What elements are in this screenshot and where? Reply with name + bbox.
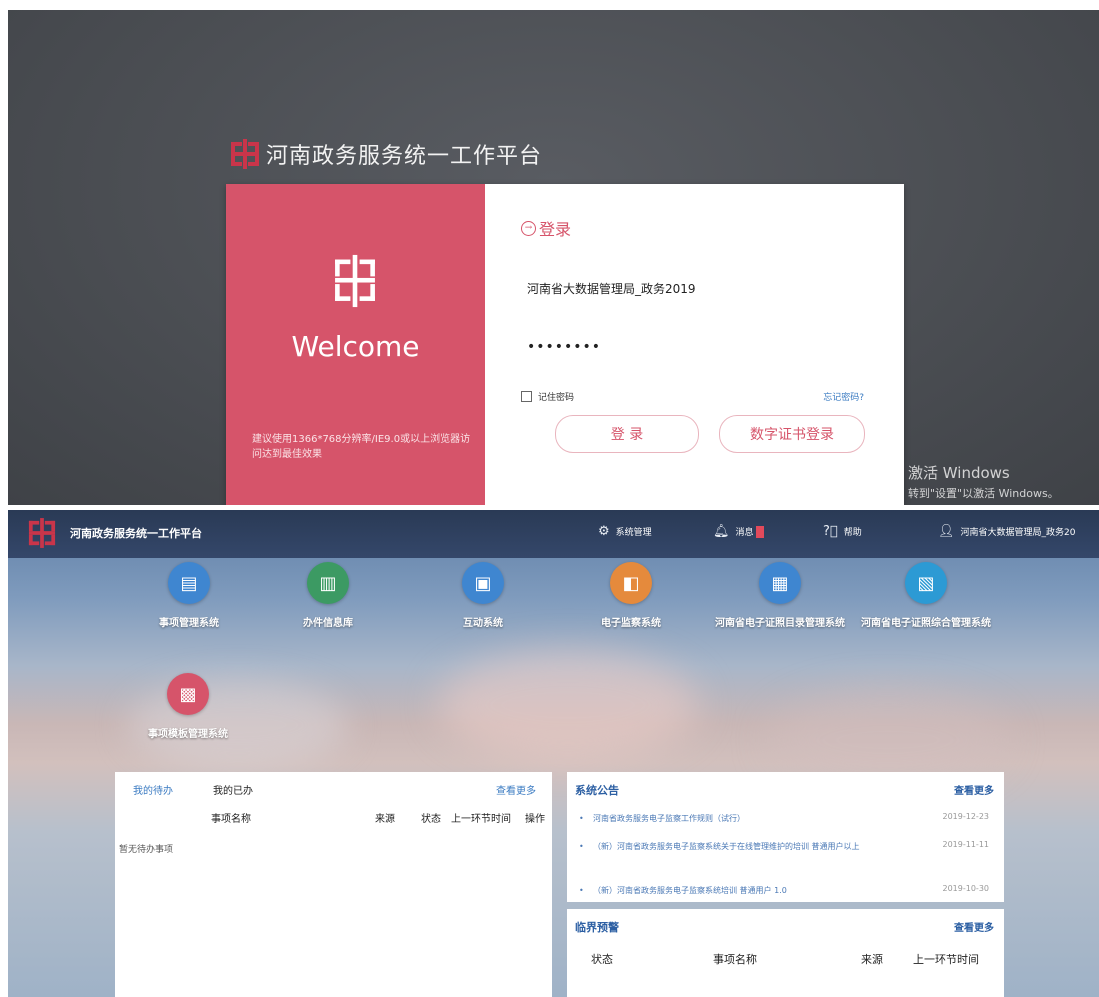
column-header: 操作 [525,814,545,825]
certificate-icon: ▦ [759,562,801,604]
activation-line-1: 激活 Windows [908,464,1010,482]
certificate-login-button[interactable]: 数字证书登录 [719,415,865,453]
notice-text: （新）河南省政务服务电子监察系统关于在线管理维护的培训 普通用户以上 [593,842,860,851]
bullet-icon: • [579,886,584,895]
remember-password[interactable]: 记住密码 [521,390,574,403]
printer-icon: ▥ [307,562,349,604]
resolution-tip: 建议使用1366*768分辨率/IE9.0或以上浏览器访问达到最佳效果 [252,434,471,460]
welcome-panel: Welcome 建议使用1366*768分辨率/IE9.0或以上浏览器访问达到最… [226,184,485,505]
column-header: 来源 [861,953,883,966]
message-count-badge [755,525,764,538]
warning-view-more-link[interactable]: 查看更多 [954,919,994,934]
help-icon: ?⃝ [823,524,838,539]
messages-link[interactable]: 🔔︎ 消息 [713,524,764,539]
app-label: 电子监察系统 [601,618,661,629]
todo-panel: 我的待办 我的已办 查看更多 事项名称 来源 状态 上一环节时间 操作 暂无待办… [115,772,552,997]
app-tile-item-template[interactable]: ▩ 事项模板管理系统 [123,673,253,742]
user-icon: 👤︎ [938,524,955,539]
id-card-icon: ▣ [462,562,504,604]
app-tile-case-database[interactable]: ▥ 办件信息库 [263,562,393,631]
notice-title: 系统公告 [575,784,619,797]
login-arrow-icon: → [521,220,536,236]
contact-card-icon: ▧ [905,562,947,604]
gear-icon: ⚙ [598,524,610,539]
bullet-icon: • [579,842,584,851]
app-label: 事项模板管理系统 [148,729,228,740]
bullet-icon: • [579,814,584,823]
column-header: 事项名称 [713,953,757,966]
app-label: 互动系统 [463,618,503,629]
help-label: 帮助 [843,528,862,538]
app-tile-interaction[interactable]: ▣ 互动系统 [418,562,548,631]
column-header: 上一环节时间 [451,814,511,825]
notice-date: 2019-10-30 [942,884,990,893]
app-label: 事项管理系统 [159,618,219,629]
app-tile-e-supervision[interactable]: ◧ 电子监察系统 [566,562,696,631]
login-button[interactable]: 登 录 [555,415,699,453]
dashboard-screen: 河南政务服务统一工作平台 ⚙ 系统管理 🔔︎ 消息 ?⃝ 帮助 👤︎ 河南省大数… [8,510,1099,997]
column-header: 状态 [421,814,441,825]
bell-icon: 🔔︎ [713,524,730,539]
username-field[interactable] [525,280,869,296]
app-label: 河南省电子证照目录管理系统 [715,618,845,629]
messages-label: 消息 [735,528,754,538]
dashboard-brand: 河南政务服务统一工作平台 [70,527,202,540]
login-screen: 河南政务服务统一工作平台 Welcome 建议使用1366*768分辨率/IE9… [8,10,1099,505]
app-label: 河南省电子证照综合管理系统 [861,618,991,629]
platform-logo-icon [231,139,259,169]
notice-text: （新）河南省政务服务电子监察系统培训 普通用户 1.0 [593,886,787,895]
system-notice-panel: 系统公告 查看更多 • 河南省政务服务电子监察工作规则（试行） 2019-12-… [567,772,1004,902]
camera-icon: ◧ [610,562,652,604]
notice-date: 2019-12-23 [942,812,990,821]
column-header: 上一环节时间 [913,953,979,966]
tab-my-todo[interactable]: 我的待办 [133,782,173,797]
notice-view-more-link[interactable]: 查看更多 [954,782,994,797]
activation-line-2: 转到"设置"以激活 Windows。 [908,487,1059,500]
column-header: 状态 [591,953,613,966]
warning-title: 临界预警 [575,921,619,934]
help-link[interactable]: ?⃝ 帮助 [823,524,862,539]
app-tile-certificate-management[interactable]: ▧ 河南省电子证照综合管理系统 [861,562,991,631]
app-label: 办件信息库 [303,618,353,629]
password-field[interactable] [525,338,869,356]
login-card: Welcome 建议使用1366*768分辨率/IE9.0或以上浏览器访问达到最… [226,184,904,505]
welcome-text: Welcome [291,330,420,363]
system-settings-link[interactable]: ⚙ 系统管理 [598,524,652,539]
platform-title: 河南政务服务统一工作平台 [266,144,543,169]
column-header: 事项名称 [211,814,251,825]
windows-activation-watermark: 激活 Windows 转到"设置"以激活 Windows。 [908,462,1059,501]
login-header: 河南政务服务统一工作平台 [230,137,542,171]
user-name: 河南省大数据管理局_政务20 [960,528,1076,538]
notice-text: 河南省政务服务电子监察工作规则（试行） [593,814,745,823]
remember-checkbox[interactable] [521,391,532,402]
background-cloud [438,650,698,760]
login-form: → 登录 记住密码 忘记密码? 登 录 数字证书登录 [485,184,904,505]
welcome-logo-icon [335,254,375,308]
todo-view-more-link[interactable]: 查看更多 [496,782,536,797]
empty-state-text: 暂无待办事项 [119,845,174,855]
login-title-text: 登录 [539,220,572,239]
login-form-title: → 登录 [521,216,571,240]
system-settings-label: 系统管理 [615,528,652,538]
critical-warning-panel: 临界预警 查看更多 状态 事项名称 来源 上一环节时间 [567,909,1004,997]
top-navigation-bar: 河南政务服务统一工作平台 ⚙ 系统管理 🔔︎ 消息 ?⃝ 帮助 👤︎ 河南省大数… [8,510,1099,558]
template-icon: ▩ [167,673,209,715]
dashboard-logo-icon [28,518,56,548]
tab-my-done[interactable]: 我的已办 [213,782,253,797]
remember-label: 记住密码 [538,393,575,403]
column-header: 来源 [375,814,395,825]
notice-date: 2019-11-11 [942,840,990,849]
document-icon: ▤ [168,562,210,604]
app-tile-item-management[interactable]: ▤ 事项管理系统 [124,562,254,631]
user-menu[interactable]: 👤︎ 河南省大数据管理局_政务20 [938,524,1075,539]
app-tile-certificate-catalog[interactable]: ▦ 河南省电子证照目录管理系统 [715,562,845,631]
forgot-password-link[interactable]: 忘记密码? [823,390,864,403]
